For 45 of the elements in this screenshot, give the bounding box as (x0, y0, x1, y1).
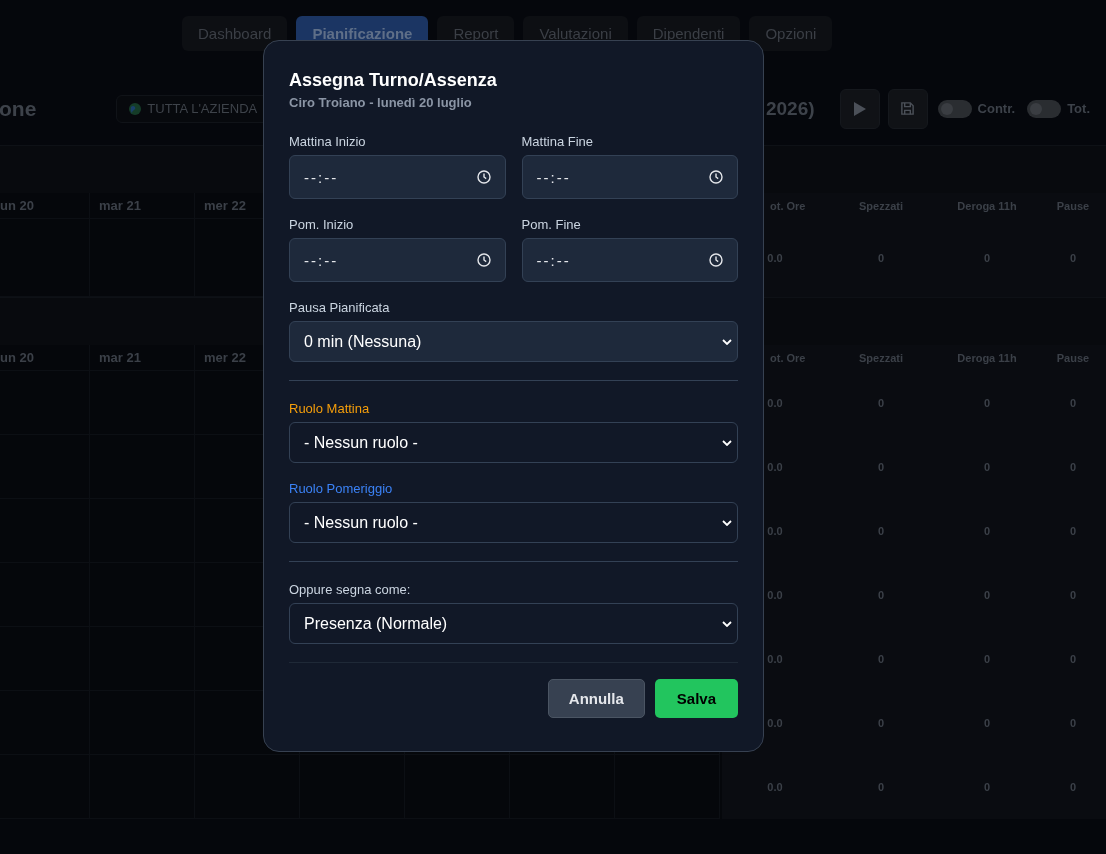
save-button[interactable]: Salva (654, 679, 738, 718)
chevron-icon (722, 440, 732, 446)
field-label: Pom. Inizio (289, 217, 355, 232)
clock-icon (709, 253, 723, 267)
field-label: Ruolo Pomeriggio (289, 481, 394, 496)
toggle-switch[interactable] (1027, 99, 1062, 118)
clock-icon (709, 170, 723, 184)
day-header: mer 22 (204, 350, 246, 365)
chevron-icon (722, 339, 732, 345)
day-header: mar 21 (99, 198, 141, 213)
chevron-icon (722, 621, 732, 627)
time-field[interactable]: --:-- (521, 238, 738, 282)
chevron-icon (722, 520, 732, 526)
day-header: un 20 (0, 198, 34, 213)
play-icon (853, 101, 866, 116)
field-label: Oppure segna come: (289, 582, 412, 597)
field-label: Pausa Pianificata (289, 300, 391, 315)
period-title: 2026) (765, 97, 815, 120)
page-title: one (0, 96, 37, 121)
save-icon (900, 101, 916, 116)
dialog-title: Assegna Turno/Assenza (289, 70, 498, 91)
cancel-button[interactable]: Annulla (547, 679, 645, 718)
role-select[interactable]: - Nessun ruolo - (289, 502, 738, 543)
time-field[interactable]: --:-- (521, 155, 738, 199)
toggle-switch[interactable] (937, 99, 972, 118)
day-header: mer 22 (204, 198, 246, 213)
field-label: Mattina Inizio (289, 134, 367, 149)
role-select[interactable]: - Nessun ruolo - (289, 422, 738, 463)
clock-icon (476, 253, 491, 267)
field-label: Ruolo Mattina (289, 401, 371, 416)
field-label: Pom. Fine (521, 217, 582, 232)
save-button[interactable] (887, 88, 928, 129)
toggle-label: Contr. (977, 101, 1016, 116)
toggle-label: Tot. (1067, 101, 1090, 116)
status-select[interactable]: Presenza (Normale) (289, 603, 738, 644)
field-label: Mattina Fine (521, 134, 595, 149)
time-field[interactable]: --:-- (289, 238, 506, 282)
day-header: mar 21 (99, 350, 141, 365)
clock-icon (476, 170, 491, 184)
globe-icon (129, 102, 142, 115)
time-field[interactable]: --:-- (289, 155, 506, 199)
pause-select[interactable]: 0 min (Nessuna) (289, 321, 738, 362)
dialog-subtitle: Ciro Troiano - lunedì 20 luglio (289, 95, 473, 110)
play-button[interactable] (839, 88, 880, 129)
day-header: un 20 (0, 350, 34, 365)
